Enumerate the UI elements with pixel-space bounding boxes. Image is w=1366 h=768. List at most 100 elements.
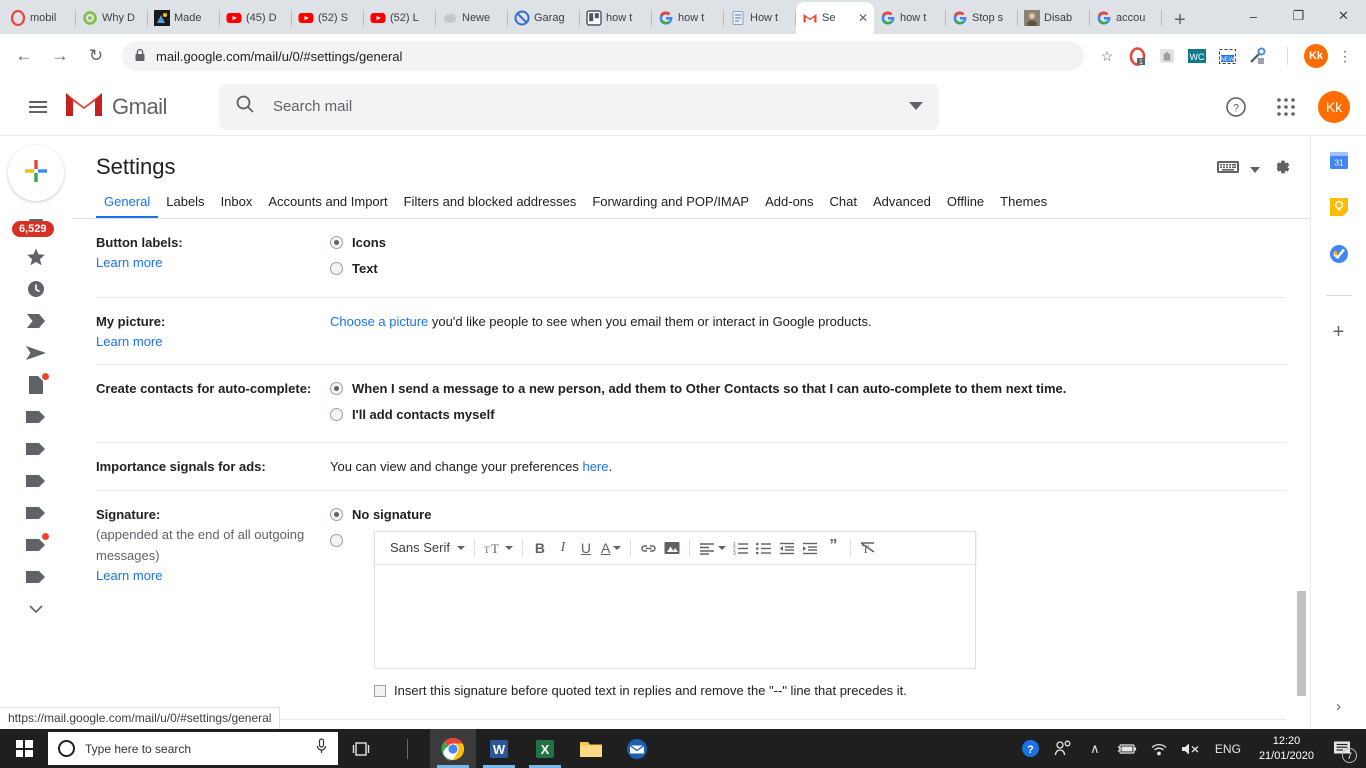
browser-tab[interactable]: (45) D (220, 2, 292, 34)
checkbox-icon[interactable] (374, 685, 386, 698)
tab-inbox[interactable]: Inbox (213, 194, 261, 218)
search-input[interactable]: Search mail (273, 98, 891, 115)
underline-icon[interactable]: U (575, 535, 597, 561)
tab-offline[interactable]: Offline (939, 194, 992, 218)
mail-icon[interactable] (614, 729, 660, 768)
chrome-menu-icon[interactable]: ⋮ (1332, 43, 1358, 69)
radio-icon[interactable] (330, 407, 343, 421)
tab-labels[interactable]: Labels (158, 194, 212, 218)
radio-icon[interactable] (330, 534, 343, 548)
apps-grid-icon[interactable] (1268, 89, 1304, 125)
tab-add-ons[interactable]: Add-ons (757, 194, 821, 218)
opera-touch-icon[interactable]: 1 (1124, 43, 1150, 69)
notifications-icon[interactable]: 7 (1326, 729, 1360, 768)
browser-tab-active[interactable]: Se ✕ (796, 2, 874, 34)
image-icon[interactable] (661, 535, 683, 561)
radio-icon[interactable] (330, 236, 343, 249)
indent-less-icon[interactable] (776, 535, 798, 561)
radio-option-add-contacts-myself[interactable]: I'll add contacts myself (330, 405, 1286, 426)
browser-tab[interactable]: how t (580, 2, 652, 34)
extension-icon[interactable] (1154, 43, 1180, 69)
forward-button[interactable]: → (44, 40, 76, 72)
search-input[interactable]: Type here to search (85, 742, 305, 756)
file-explorer-icon[interactable] (568, 729, 614, 768)
signature-quote-checkbox-row[interactable]: Insert this signature before quoted text… (374, 681, 976, 702)
show-hidden-icons-chevron[interactable]: ∧ (1081, 729, 1109, 768)
radio-option-no-signature[interactable]: No signature (330, 505, 1286, 526)
language-indicator[interactable]: ENG (1209, 729, 1247, 768)
expand-rail-chevron-icon[interactable]: › (1336, 698, 1341, 715)
profile-avatar[interactable]: Kk (1304, 44, 1328, 68)
radio-option-signature-editor[interactable]: Sans Serif TT B I U A 1 2 3 ” T Insert t… (330, 531, 1286, 702)
taskbar-search[interactable]: Type here to search (48, 732, 338, 765)
gmail-logo[interactable]: Gmail (64, 89, 167, 124)
important-icon[interactable] (20, 310, 52, 332)
help-blue-icon[interactable]: ? (1017, 729, 1045, 768)
keyboard-icon[interactable] (1216, 159, 1240, 180)
task-view-icon[interactable] (338, 729, 384, 768)
signature-input[interactable] (374, 565, 976, 670)
wifi-icon[interactable] (1145, 729, 1173, 768)
choose-a-picture-link[interactable]: Choose a picture (330, 314, 428, 329)
italic-icon[interactable]: I (552, 535, 574, 561)
snoozed-icon[interactable] (20, 278, 52, 300)
search-mail-bar[interactable]: Search mail (218, 83, 939, 130)
excel-icon[interactable]: X (522, 729, 568, 768)
browser-tab[interactable]: (52) L (364, 2, 436, 34)
browser-tab[interactable]: how t (874, 2, 946, 34)
add-app-button[interactable]: + (1333, 322, 1345, 342)
eyedropper-icon[interactable] (1244, 43, 1270, 69)
help-icon[interactable]: ? (1218, 89, 1254, 125)
sent-icon[interactable] (20, 342, 52, 364)
browser-tab[interactable]: mobil (4, 2, 76, 34)
label-icon[interactable] (20, 502, 52, 524)
browser-tab[interactable]: (52) S (292, 2, 364, 34)
browser-tab[interactable]: Newe (436, 2, 508, 34)
align-left-icon[interactable] (696, 535, 729, 561)
chevron-down-icon[interactable] (908, 98, 923, 116)
bold-icon[interactable]: B (529, 535, 551, 561)
label-icon[interactable] (20, 438, 52, 460)
address-bar[interactable]: mail.google.com/mail/u/0/#settings/gener… (122, 41, 1084, 71)
label-icon[interactable] (20, 470, 52, 492)
browser-tab[interactable]: Stop s (946, 2, 1018, 34)
bulleted-list-icon[interactable] (753, 535, 775, 561)
radio-option-text[interactable]: Text (330, 259, 1286, 280)
indent-more-icon[interactable] (799, 535, 821, 561)
reload-button[interactable]: ↻ (80, 40, 112, 72)
windows-start-icon[interactable] (0, 729, 48, 768)
radio-icon[interactable] (330, 381, 343, 395)
bookmark-star-icon[interactable]: ☆ (1094, 43, 1120, 69)
starred-icon[interactable] (20, 246, 52, 268)
main-menu-icon[interactable] (16, 85, 60, 129)
volume-muted-icon[interactable] (1177, 729, 1205, 768)
tab-filters-and-blocked-addresses[interactable]: Filters and blocked addresses (396, 194, 585, 218)
font-size-icon[interactable]: TT (481, 535, 516, 561)
browser-tab[interactable]: accou (1090, 2, 1162, 34)
word-icon[interactable]: W (476, 729, 522, 768)
learn-more-link[interactable]: Learn more (96, 253, 330, 273)
learn-more-link[interactable]: Learn more (96, 566, 330, 586)
label-icon[interactable] (20, 533, 52, 556)
font-family-select[interactable]: Sans Serif (383, 535, 468, 561)
chevron-down-icon[interactable] (1250, 161, 1260, 179)
browser-tab[interactable]: Disab (1018, 2, 1090, 34)
minimize-button[interactable]: – (1231, 0, 1276, 32)
link-icon[interactable] (637, 535, 660, 561)
close-window-button[interactable]: ✕ (1321, 0, 1366, 32)
label-icon[interactable] (20, 566, 52, 588)
radio-icon[interactable] (330, 508, 343, 522)
label-icon[interactable] (20, 406, 52, 428)
account-avatar[interactable]: Kk (1318, 90, 1350, 123)
compose-button[interactable] (8, 145, 64, 201)
maximize-button[interactable]: ❐ (1276, 0, 1321, 32)
battery-charging-icon[interactable] (1113, 729, 1141, 768)
more-labels-chevron-icon[interactable] (20, 598, 52, 620)
browser-tab[interactable]: how t (652, 2, 724, 34)
microphone-icon[interactable] (315, 738, 328, 759)
radio-option-auto-add-contacts[interactable]: When I send a message to a new person, a… (330, 379, 1286, 400)
browser-tab[interactable]: Why D (76, 2, 148, 34)
people-icon[interactable] (1049, 729, 1077, 768)
here-link[interactable]: here (582, 459, 608, 474)
clock[interactable]: 12:20 21/01/2020 (1251, 734, 1322, 764)
